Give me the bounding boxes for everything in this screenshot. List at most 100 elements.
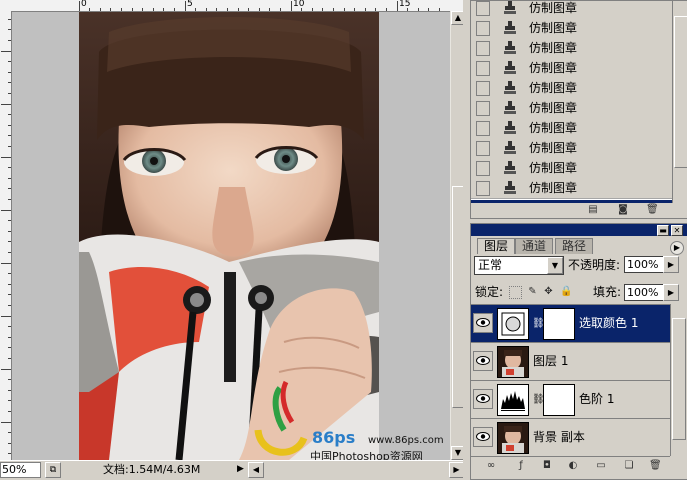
lock-position-move-icon[interactable]: ✥ bbox=[543, 286, 554, 297]
history-item[interactable]: 仿制图章 bbox=[471, 38, 672, 59]
ruler-number: 5 bbox=[187, 0, 193, 9]
visibility-eye-icon[interactable] bbox=[473, 313, 493, 333]
layer-mask-thumbnail[interactable] bbox=[543, 308, 575, 340]
history-item-label: 仿制图章 bbox=[529, 1, 578, 15]
levels-adjustment-icon bbox=[497, 384, 529, 416]
visibility-eye-icon[interactable] bbox=[473, 389, 493, 409]
history-item-label: 仿制图章 bbox=[529, 61, 578, 75]
history-scrollbar[interactable] bbox=[672, 1, 687, 203]
selective-color-adjustment-icon bbox=[497, 308, 529, 340]
new-layer-icon[interactable]: ❏ bbox=[623, 460, 635, 471]
layer-row[interactable]: ⛓ 色阶 1 bbox=[471, 381, 670, 419]
history-item[interactable]: 仿制图章 bbox=[471, 138, 672, 159]
panel-titlebar[interactable]: ▬ ✕ bbox=[471, 224, 687, 236]
layer-row[interactable]: ⛓ 选取颜色 1 bbox=[471, 305, 670, 343]
close-icon[interactable]: ✕ bbox=[671, 225, 683, 236]
layers-list: ⛓ 选取颜色 1 图层 1 ⛓ 色阶 1 背景 副本 bbox=[471, 304, 670, 457]
history-item[interactable]: 仿制图章 bbox=[471, 78, 672, 99]
vertical-scrollbar[interactable]: ▲ ▼ bbox=[450, 11, 463, 460]
layer-thumbnail bbox=[497, 422, 529, 454]
new-group-folder-icon[interactable]: ▭ bbox=[595, 460, 607, 471]
history-snapshot-checkbox[interactable] bbox=[476, 21, 490, 36]
history-snapshot-checkbox[interactable] bbox=[476, 81, 490, 96]
opacity-slider-arrow-icon[interactable]: ▶ bbox=[663, 256, 679, 273]
history-item[interactable]: 仿制图章 bbox=[471, 18, 672, 39]
zoom-level-field[interactable]: 50% bbox=[0, 462, 41, 478]
watermark: 86ps www.86ps.com 中国Photoshop资源网 bbox=[250, 378, 450, 463]
history-snapshot-checkbox[interactable] bbox=[476, 1, 490, 16]
add-mask-icon[interactable]: ◘ bbox=[541, 460, 553, 471]
visibility-eye-icon[interactable] bbox=[473, 351, 493, 371]
layer-row[interactable]: 图层 1 bbox=[471, 343, 670, 381]
scroll-right-button[interactable]: ▶ bbox=[449, 462, 463, 478]
document-size-info: 文档:1.54M/4.63M bbox=[103, 463, 201, 476]
panel-menu-icon[interactable]: ▶ bbox=[670, 241, 684, 255]
link-layers-icon[interactable]: ∞ bbox=[485, 460, 497, 471]
layers-scrollbar[interactable] bbox=[670, 304, 687, 456]
layer-thumbnail bbox=[497, 346, 529, 378]
opacity-input[interactable]: 100% bbox=[624, 256, 664, 273]
minimize-icon[interactable]: ▬ bbox=[657, 225, 669, 236]
history-item-label: 仿制图章 bbox=[529, 41, 578, 55]
delete-layer-icon[interactable]: 🗑 bbox=[649, 460, 662, 471]
lock-image-brush-icon[interactable]: ✎ bbox=[527, 286, 538, 297]
tab-layers[interactable]: 图层 bbox=[477, 238, 516, 254]
history-toolbar: ▤ ◙ 🗑 bbox=[471, 203, 687, 217]
horizontal-ruler[interactable]: 0 5 10 15 bbox=[0, 0, 463, 12]
history-snapshot-checkbox[interactable] bbox=[476, 141, 490, 156]
scroll-thumb[interactable] bbox=[672, 318, 686, 440]
adjustment-layer-icon[interactable]: ◐ bbox=[567, 460, 579, 471]
navigator-icon[interactable]: ⧉ bbox=[45, 462, 61, 478]
history-item[interactable]: 仿制图章 bbox=[471, 178, 672, 199]
history-item[interactable]: 仿制图章 bbox=[471, 158, 672, 179]
chevron-down-icon[interactable]: ▼ bbox=[547, 257, 563, 274]
history-item-label: 仿制图章 bbox=[529, 141, 578, 155]
document-canvas-area[interactable]: 0 5 10 15 86ps www.86ps.com 中国Photoshop资… bbox=[0, 0, 463, 478]
history-snapshot-checkbox[interactable] bbox=[476, 101, 490, 116]
clone-stamp-icon bbox=[504, 101, 516, 114]
layers-toolbar: ∞ ƒ ◘ ◐ ▭ ❏ 🗑 bbox=[471, 459, 687, 476]
history-snapshot-checkbox[interactable] bbox=[476, 61, 490, 76]
status-menu-arrow-icon[interactable]: ▶ bbox=[237, 464, 244, 474]
layer-name: 图层 1 bbox=[533, 354, 569, 368]
scroll-thumb[interactable] bbox=[674, 16, 687, 168]
scroll-up-button[interactable]: ▲ bbox=[451, 11, 463, 25]
scroll-left-button[interactable]: ◀ bbox=[248, 462, 264, 478]
fill-input[interactable]: 100% bbox=[624, 284, 664, 301]
ruler-number: 10 bbox=[293, 0, 305, 9]
history-snapshot-checkbox[interactable] bbox=[476, 121, 490, 136]
lock-label: 锁定: bbox=[475, 285, 504, 299]
fill-label: 填充: bbox=[593, 285, 622, 299]
scroll-down-button[interactable]: ▼ bbox=[451, 446, 463, 460]
layer-row[interactable]: 背景 副本 bbox=[471, 419, 670, 457]
history-item-label: 仿制图章 bbox=[529, 101, 578, 115]
new-snapshot-icon[interactable]: ◙ bbox=[617, 204, 629, 215]
clone-stamp-icon bbox=[504, 161, 516, 174]
history-list: 仿制图章 仿制图章 仿制图章 仿制图章 仿制图章 仿制图章 仿制图章 仿制图章 … bbox=[471, 1, 672, 203]
lock-all-icon[interactable]: 🔒 bbox=[560, 286, 572, 297]
history-item[interactable]: 仿制图章 bbox=[471, 58, 672, 79]
history-item[interactable]: 仿制图章 bbox=[471, 98, 672, 119]
visibility-eye-icon[interactable] bbox=[473, 427, 493, 447]
history-snapshot-checkbox[interactable] bbox=[476, 41, 490, 56]
history-item[interactable]: 仿制图章 bbox=[471, 1, 672, 19]
layer-mask-thumbnail[interactable] bbox=[543, 384, 575, 416]
tab-paths[interactable]: 路径 bbox=[555, 238, 594, 254]
history-item-label: 仿制图章 bbox=[529, 181, 578, 195]
history-item[interactable]: 仿制图章 bbox=[471, 118, 672, 139]
vertical-ruler[interactable] bbox=[0, 11, 12, 460]
delete-state-icon[interactable]: 🗑 bbox=[646, 204, 659, 215]
history-snapshot-checkbox[interactable] bbox=[476, 181, 490, 196]
blend-mode-value: 正常 bbox=[478, 258, 503, 272]
ruler-number: 15 bbox=[399, 0, 411, 9]
new-document-from-state-icon[interactable]: ▤ bbox=[587, 204, 599, 215]
fill-slider-arrow-icon[interactable]: ▶ bbox=[663, 284, 679, 301]
blend-mode-select[interactable]: 正常 ▼ bbox=[474, 256, 564, 275]
history-snapshot-checkbox[interactable] bbox=[476, 161, 490, 176]
layer-style-icon[interactable]: ƒ bbox=[515, 460, 527, 471]
scroll-thumb[interactable] bbox=[452, 186, 463, 408]
lock-transparency-icon[interactable] bbox=[509, 286, 522, 299]
clone-stamp-icon bbox=[504, 61, 516, 74]
tab-channels[interactable]: 通道 bbox=[515, 238, 554, 254]
history-item-label: 仿制图章 bbox=[529, 21, 578, 35]
